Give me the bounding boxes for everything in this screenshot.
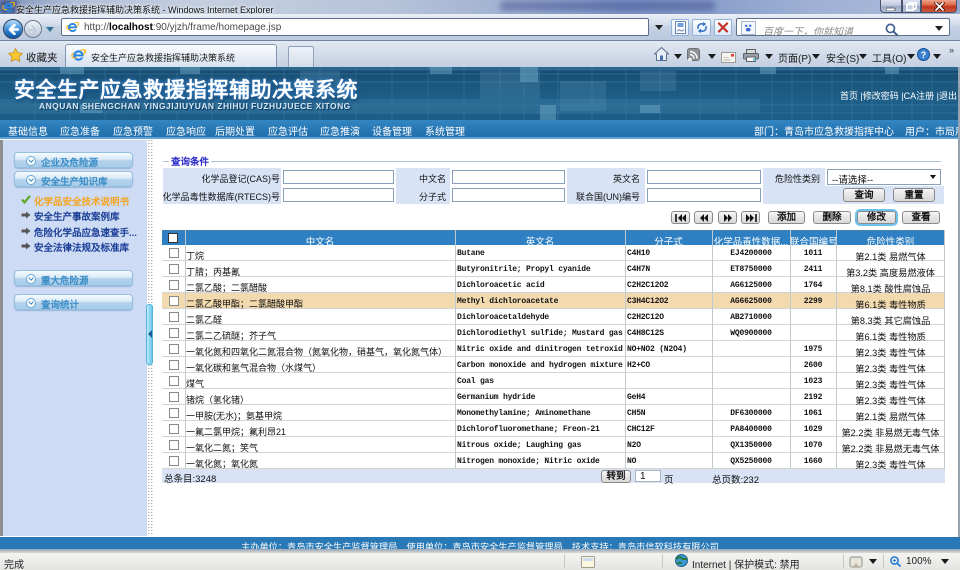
- svg-text:?: ?: [921, 50, 927, 60]
